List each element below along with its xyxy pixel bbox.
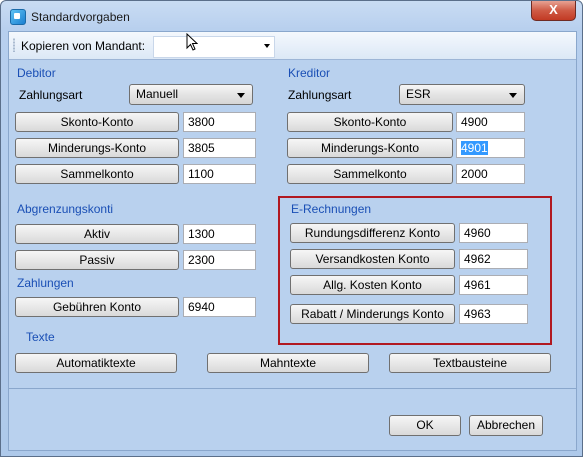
chevron-down-icon (237, 93, 245, 98)
abgrenzung-passiv-button[interactable]: Passiv (15, 250, 179, 270)
kreditor-skonto-field[interactable]: 4900 (456, 112, 525, 132)
rabatt-minderung-button[interactable]: Rabatt / Minderungs Konto (290, 304, 455, 324)
copy-client-label: Kopieren von Mandant: (21, 39, 146, 53)
allg-kosten-field[interactable]: 4961 (459, 275, 528, 295)
abgrenzung-aktiv-field[interactable]: 1300 (183, 224, 256, 244)
kreditor-sammel-field[interactable]: 2000 (456, 164, 525, 184)
kreditor-minderung-field[interactable]: 4901 (456, 138, 525, 158)
debitor-payment-select[interactable]: Manuell (129, 84, 253, 105)
gebuehren-konto-button[interactable]: Gebühren Konto (15, 297, 179, 317)
dialog-window: Standardvorgaben X Kopieren von Mandant:… (0, 0, 583, 457)
mouse-cursor-icon (186, 33, 198, 51)
kreditor-payment-value: ESR (406, 87, 431, 101)
rundungsdifferenz-field[interactable]: 4960 (459, 223, 528, 243)
app-icon (10, 9, 26, 25)
title-bar[interactable]: Standardvorgaben X (1, 1, 582, 31)
e-rechnungen-heading: E-Rechnungen (291, 202, 372, 216)
allg-kosten-button[interactable]: Allg. Kosten Konto (290, 275, 455, 295)
kreditor-heading: Kreditor (288, 66, 331, 80)
zahlungen-heading: Zahlungen (17, 276, 74, 290)
debitor-skonto-button[interactable]: Skonto-Konto (15, 112, 179, 132)
toolbar-grip-icon[interactable] (13, 38, 15, 52)
kreditor-payment-select[interactable]: ESR (399, 84, 525, 105)
textbausteine-button[interactable]: Textbausteine (389, 353, 551, 373)
versandkosten-field[interactable]: 4962 (459, 249, 528, 269)
copy-client-dropdown[interactable] (153, 36, 275, 58)
gebuehren-konto-field[interactable]: 6940 (183, 297, 256, 317)
footer-divider (9, 388, 576, 389)
debitor-sammel-field[interactable]: 1100 (183, 164, 256, 184)
cancel-button[interactable]: Abbrechen (469, 415, 543, 436)
debitor-payment-value: Manuell (136, 87, 179, 101)
debitor-minderung-button[interactable]: Minderungs-Konto (15, 138, 179, 158)
dialog-content: Kopieren von Mandant: Debitor Zahlungsar… (8, 31, 577, 451)
debitor-heading: Debitor (17, 66, 56, 80)
kreditor-payment-label: Zahlungsart (288, 88, 352, 102)
automatiktexte-button[interactable]: Automatiktexte (15, 353, 177, 373)
debitor-minderung-field[interactable]: 3805 (183, 138, 256, 158)
debitor-skonto-field[interactable]: 3800 (183, 112, 256, 132)
abgrenzung-aktiv-button[interactable]: Aktiv (15, 224, 179, 244)
window-title: Standardvorgaben (31, 10, 130, 24)
debitor-payment-label: Zahlungsart (19, 88, 83, 102)
kreditor-sammel-button[interactable]: Sammelkonto (287, 164, 453, 184)
texte-heading: Texte (26, 330, 55, 344)
chevron-down-icon (264, 44, 270, 48)
versandkosten-button[interactable]: Versandkosten Konto (290, 249, 455, 269)
kreditor-skonto-button[interactable]: Skonto-Konto (287, 112, 453, 132)
debitor-sammel-button[interactable]: Sammelkonto (15, 164, 179, 184)
kreditor-minderung-button[interactable]: Minderungs-Konto (287, 138, 453, 158)
ok-button[interactable]: OK (389, 415, 461, 436)
rundungsdifferenz-button[interactable]: Rundungsdifferenz Konto (290, 223, 455, 243)
close-button[interactable]: X (531, 1, 576, 21)
kreditor-minderung-value: 4901 (461, 141, 488, 155)
copy-toolbar: Kopieren von Mandant: (9, 32, 576, 60)
chevron-down-icon (509, 93, 517, 98)
rabatt-minderung-field[interactable]: 4963 (459, 304, 528, 324)
abgrenzung-heading: Abgrenzungskonti (17, 202, 114, 216)
abgrenzung-passiv-field[interactable]: 2300 (183, 250, 256, 270)
mahntexte-button[interactable]: Mahntexte (207, 353, 369, 373)
